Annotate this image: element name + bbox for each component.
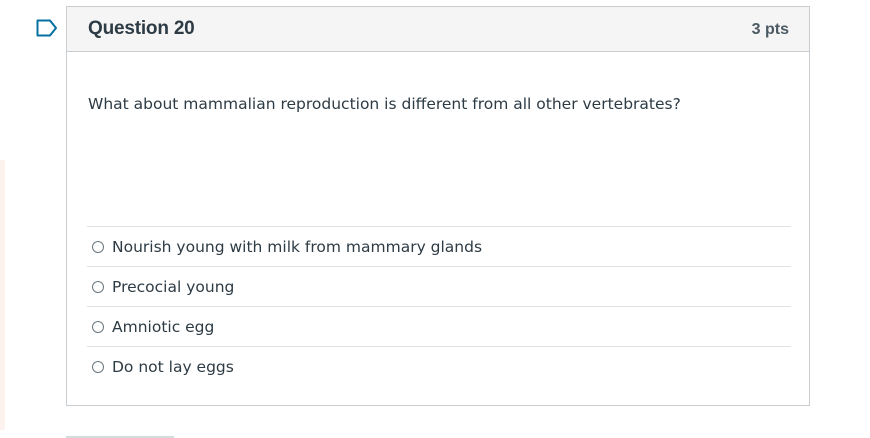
- flag-question-icon[interactable]: [36, 19, 58, 37]
- question-header: Question 20 3 pts: [67, 7, 809, 52]
- answer-option-3[interactable]: Amniotic egg: [87, 306, 791, 346]
- answer-option-4[interactable]: Do not lay eggs: [87, 346, 791, 386]
- radio-button[interactable]: [92, 280, 104, 293]
- radio-button[interactable]: [92, 360, 104, 373]
- answer-option-1[interactable]: Nourish young with milk from mammary gla…: [87, 226, 791, 266]
- question-text: What about mammalian reproduction is dif…: [88, 95, 681, 113]
- quiz-page: Question 20 3 pts What about mammalian r…: [0, 0, 870, 438]
- answer-list: Nourish young with milk from mammary gla…: [87, 226, 791, 386]
- left-accent-bar: [0, 160, 5, 430]
- answer-label: Nourish young with milk from mammary gla…: [112, 237, 483, 256]
- question-card: Question 20 3 pts What about mammalian r…: [66, 6, 810, 406]
- question-title: Question 20: [88, 18, 195, 39]
- question-points: 3 pts: [751, 21, 789, 38]
- answer-label: Precocial young: [112, 277, 235, 296]
- radio-button[interactable]: [92, 240, 104, 253]
- answer-option-2[interactable]: Precocial young: [87, 266, 791, 306]
- answer-label: Do not lay eggs: [112, 357, 234, 376]
- answer-label: Amniotic egg: [112, 317, 215, 336]
- radio-button[interactable]: [92, 320, 104, 333]
